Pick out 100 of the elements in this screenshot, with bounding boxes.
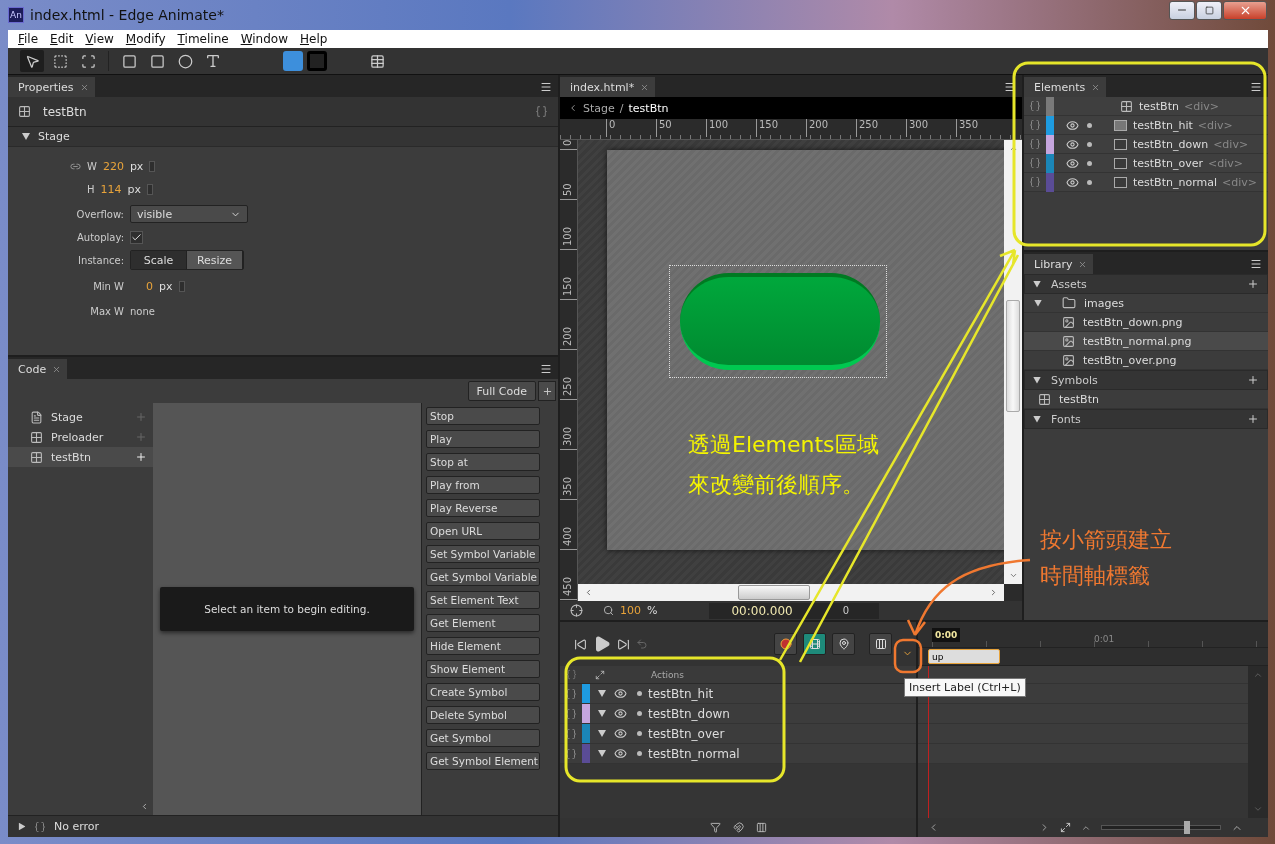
snippet-button[interactable]: Stop at [426, 453, 540, 471]
snippet-button[interactable]: Play from [426, 476, 540, 494]
go-to-end-button[interactable] [617, 637, 630, 651]
panel-menu-icon[interactable] [540, 81, 552, 93]
eye-icon[interactable] [614, 707, 627, 720]
snippet-button[interactable]: Play [426, 430, 540, 448]
zoom-value[interactable]: 100 [620, 604, 641, 617]
timeline-row[interactable]: testBtn_normal [560, 744, 916, 764]
stage-canvas[interactable]: 透過Elements區域 來改變前後順序。 [607, 150, 1004, 550]
scroll-right-icon[interactable] [989, 588, 998, 597]
breadcrumb-item[interactable]: Stage [583, 101, 615, 115]
max-width-value[interactable]: none [130, 305, 155, 317]
element-row[interactable]: testBtn_hit <div> [1024, 116, 1268, 135]
unit-label[interactable]: px [129, 160, 144, 173]
add-button[interactable] [538, 381, 556, 401]
element-row[interactable]: testBtn_normal <div> [1024, 173, 1268, 192]
lock-dot[interactable] [637, 751, 642, 756]
properties-tab[interactable]: Properties [8, 77, 95, 97]
unit-toggle[interactable] [147, 184, 154, 195]
unit-toggle[interactable] [149, 161, 156, 172]
instance-option[interactable]: Resize [187, 251, 243, 269]
breadcrumb-item[interactable]: testBtn [628, 101, 669, 115]
element-row[interactable]: testBtn <div> [1024, 97, 1268, 116]
zoom-slider-thumb[interactable] [1183, 821, 1190, 834]
scrollbar-thumb[interactable] [1006, 300, 1020, 412]
lock-dot[interactable] [1087, 141, 1092, 147]
document-tab[interactable]: index.html* [560, 77, 656, 97]
menu-item[interactable]: Edit [44, 32, 80, 46]
element-row[interactable]: testBtn_over <div> [1024, 154, 1268, 173]
close-icon[interactable] [52, 364, 62, 374]
magnet-icon[interactable] [732, 822, 744, 833]
play-button[interactable] [593, 635, 611, 653]
close-icon[interactable] [1091, 82, 1101, 92]
code-tree-item[interactable]: Stage [8, 407, 153, 427]
add-icon[interactable] [1247, 413, 1259, 425]
snippet-button[interactable]: Show Element [426, 660, 540, 678]
add-icon[interactable] [1247, 374, 1259, 386]
eye-icon[interactable] [614, 727, 627, 740]
snippet-button[interactable]: Get Symbol Element [426, 752, 540, 770]
zoom-icon[interactable] [603, 605, 614, 616]
snippet-button[interactable]: Get Element [426, 614, 540, 632]
snippet-button[interactable]: Play Reverse [426, 499, 540, 517]
lock-dot[interactable] [1087, 160, 1092, 166]
keyframe-track[interactable] [918, 704, 1248, 724]
eye-icon[interactable] [1066, 137, 1079, 151]
close-button[interactable] [1223, 0, 1267, 20]
go-to-start-button[interactable] [574, 637, 587, 651]
scroll-left-icon[interactable] [584, 588, 593, 597]
lock-dot[interactable] [1087, 179, 1092, 185]
add-icon[interactable] [135, 451, 147, 463]
braces-icon[interactable] [535, 105, 548, 118]
code-tree-item[interactable]: testBtn [8, 447, 153, 467]
fit-icon[interactable] [1060, 822, 1071, 833]
timeline-row[interactable]: testBtn_over [560, 724, 916, 744]
snippet-button[interactable]: Stop [426, 407, 540, 425]
columns-icon[interactable] [755, 822, 767, 833]
close-icon[interactable] [79, 82, 89, 92]
lock-dot[interactable] [637, 731, 642, 736]
minimize-button[interactable] [1169, 0, 1195, 20]
filter-icon[interactable] [709, 822, 721, 833]
scrollbar-thumb[interactable] [738, 585, 810, 600]
back-icon[interactable] [568, 103, 578, 113]
snippet-button[interactable]: Delete Symbol [426, 706, 540, 724]
eye-icon[interactable] [1066, 156, 1079, 170]
full-code-button[interactable]: Full Code [467, 381, 536, 401]
snippet-button[interactable]: Create Symbol [426, 683, 540, 701]
eye-icon[interactable] [1066, 175, 1079, 189]
height-value[interactable]: 114 [100, 183, 122, 196]
keyframe-track[interactable] [918, 724, 1248, 744]
elements-tab[interactable]: Elements [1024, 77, 1107, 97]
scroll-down-icon[interactable] [1008, 571, 1018, 580]
vertical-scrollbar[interactable] [1004, 140, 1022, 584]
keyframe-track[interactable] [918, 744, 1248, 764]
snippet-button[interactable]: Get Symbol [426, 729, 540, 747]
menu-item[interactable]: View [79, 32, 120, 46]
fill-color-swatch[interactable] [283, 51, 303, 71]
code-tree-item[interactable]: Preloader [8, 427, 153, 447]
snippet-button[interactable]: Get Symbol Variable [426, 568, 540, 586]
border-color-swatch[interactable] [307, 51, 327, 71]
eye-icon[interactable] [614, 687, 627, 700]
panel-menu-icon[interactable] [1250, 258, 1262, 270]
close-icon[interactable] [1078, 259, 1088, 269]
panel-menu-icon[interactable] [1250, 81, 1262, 93]
instance-option[interactable]: Scale [131, 251, 187, 269]
autoplay-checkbox[interactable] [130, 230, 143, 244]
snippet-button[interactable]: Set Element Text [426, 591, 540, 609]
overflow-dropdown[interactable]: visible [130, 205, 248, 223]
library-item[interactable]: testBtn_normal.png [1024, 332, 1268, 351]
menu-item[interactable]: Modify [119, 32, 172, 46]
maximize-button[interactable] [1196, 0, 1222, 20]
element-row[interactable]: testBtn_down <div> [1024, 135, 1268, 154]
add-icon[interactable] [1247, 278, 1259, 290]
collapse-all-icon[interactable] [595, 669, 605, 680]
code-tab[interactable]: Code [8, 359, 68, 379]
eye-icon[interactable] [614, 747, 627, 760]
menu-item[interactable]: File [12, 32, 45, 46]
menu-item[interactable]: Timeline [171, 32, 235, 46]
playhead-time[interactable]: 0:00 [932, 628, 961, 642]
close-icon[interactable] [640, 82, 650, 92]
crosshair-icon[interactable] [570, 604, 583, 617]
